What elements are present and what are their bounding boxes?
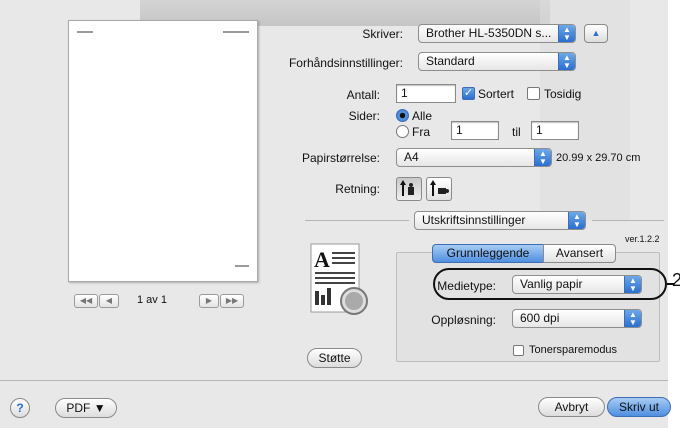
resolution-popup[interactable]: 600 dpi ▲ ▼ (512, 309, 642, 328)
preview-header-right (223, 31, 249, 33)
paper-size-popup[interactable]: A4 ▲ ▼ (396, 148, 552, 167)
duplex-checkbox[interactable] (527, 87, 540, 100)
tab-grunnleggende[interactable]: Grunnleggende (432, 244, 544, 263)
version-text: ver.1.2.2 (625, 234, 660, 244)
orientation-label: Retning: (335, 182, 380, 196)
pdf-menu-button[interactable]: PDF ▼ (55, 398, 117, 418)
question-mark-icon: ? (16, 401, 24, 415)
pages-all-radio[interactable] (396, 109, 409, 122)
triangle-up-icon: ▲ (591, 28, 601, 38)
paper-size-label: Papirstørrelse: (301, 151, 380, 165)
callout-frame (433, 268, 667, 300)
pages-from-radio[interactable] (396, 125, 409, 138)
presets-label: Forhåndsinnstillinger: (288, 56, 403, 70)
resolution-value: 600 dpi (520, 311, 560, 325)
paper-dimensions: 20.99 x 29.70 cm (556, 152, 641, 164)
last-page-button[interactable]: ▶▶ (220, 294, 244, 308)
first-page-button[interactable]: ◀◀ (74, 294, 98, 308)
up-down-arrows-icon: ▲ ▼ (624, 310, 641, 327)
toner-save-checkbox[interactable] (513, 345, 524, 356)
copies-label: Antall: (346, 88, 380, 102)
callout-number: 2 (672, 270, 680, 290)
print-dialog: ◀◀ ◀ 1 av 1 ▶ ▶▶ Skriver: Brother HL-535… (0, 0, 671, 428)
separator-left (305, 220, 409, 221)
section-popup[interactable]: Utskriftsinnstillinger ▲ ▼ (414, 211, 586, 230)
pages-all-label: Alle (412, 109, 433, 123)
pages-from-label: Fra (412, 125, 430, 139)
cancel-button[interactable]: Avbryt (538, 397, 605, 417)
up-down-arrows-icon: ▲ ▼ (534, 149, 551, 166)
pages-to-input[interactable]: 1 (531, 121, 579, 140)
preview-footer (235, 265, 249, 267)
print-button[interactable]: Skriv ut (607, 397, 671, 417)
toner-save-label: Tonersparemodus (529, 344, 618, 356)
expand-dialog-button[interactable]: ▲ (584, 24, 608, 43)
support-button[interactable]: Støtte (307, 348, 362, 368)
next-page-button[interactable]: ▶ (199, 294, 219, 308)
help-button[interactable]: ? (10, 398, 30, 418)
tab-avansert[interactable]: Avansert (543, 244, 616, 263)
printer-value: Brother HL-5350DN s... (426, 26, 552, 40)
duplex-label: Tosidig (544, 87, 582, 101)
brother-driver-icon: A (310, 243, 368, 315)
page-indicator: 1 av 1 (137, 294, 167, 306)
printer-popup[interactable]: Brother HL-5350DN s... ▲ ▼ (418, 24, 576, 43)
collated-checkbox[interactable]: ✓ (462, 87, 475, 100)
section-value: Utskriftsinnstillinger (422, 213, 526, 227)
portrait-orientation-button[interactable] (396, 177, 422, 201)
previous-page-button[interactable]: ◀ (99, 294, 119, 308)
paper-size-value: A4 (404, 150, 419, 164)
page-preview (68, 20, 258, 282)
printer-label: Skriver: (362, 27, 403, 41)
pages-from-input[interactable]: 1 (451, 121, 499, 140)
pages-to-label: til (512, 125, 521, 139)
resolution-label: Oppløsning: (431, 313, 496, 327)
pages-label: Sider: (348, 109, 380, 123)
up-down-arrows-icon: ▲ ▼ (558, 25, 575, 42)
presets-value: Standard (426, 54, 475, 68)
presets-popup[interactable]: Standard ▲ ▼ (418, 52, 576, 71)
up-down-arrows-icon: ▲ ▼ (568, 212, 585, 229)
svg-text:A: A (314, 247, 330, 272)
separator-right (592, 220, 664, 221)
footer-separator (0, 380, 668, 381)
preview-header-left (77, 31, 93, 33)
up-down-arrows-icon: ▲ ▼ (558, 53, 575, 70)
copies-input[interactable]: 1 (396, 84, 456, 103)
collated-label: Sortert (478, 87, 515, 101)
landscape-icon (430, 180, 449, 196)
landscape-orientation-button[interactable] (426, 177, 452, 201)
portrait-icon (400, 180, 414, 196)
